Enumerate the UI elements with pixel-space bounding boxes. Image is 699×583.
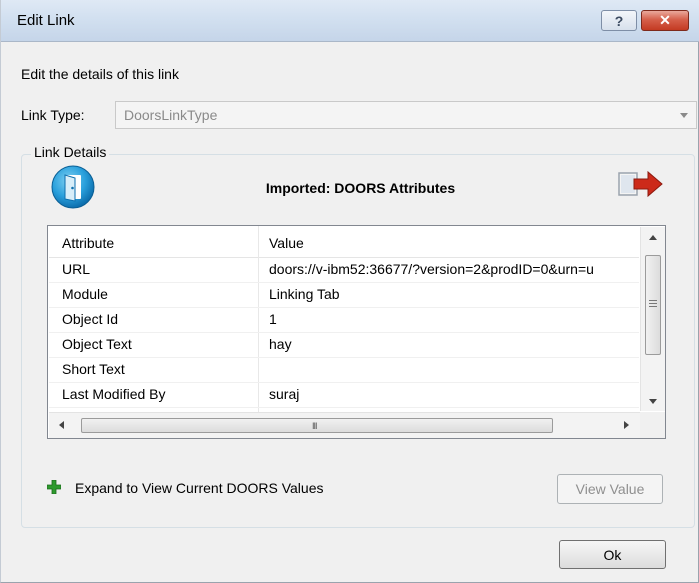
horizontal-scrollbar[interactable]: III xyxy=(49,412,640,438)
horizontal-scroll-thumb[interactable]: III xyxy=(81,418,553,433)
dialog-description: Edit the details of this link xyxy=(21,66,179,82)
edit-link-dialog: Edit Link ? ✕ Edit the details of this l… xyxy=(0,0,699,583)
table-row[interactable]: Module Linking Tab xyxy=(49,283,639,308)
table-header: Attribute Value xyxy=(49,227,639,258)
attribute-cell: Module xyxy=(62,286,108,302)
value-cell: Linking Tab xyxy=(269,286,340,302)
attribute-cell: Last Modified By xyxy=(62,386,166,402)
link-type-label: Link Type: xyxy=(21,107,85,123)
scrollbar-corner xyxy=(640,412,665,438)
value-cell: doors://v-ibm52:36677/?version=2&prodID=… xyxy=(269,261,594,277)
vertical-scroll-thumb[interactable] xyxy=(645,255,661,355)
ok-button[interactable]: Ok xyxy=(559,540,666,569)
link-details-legend: Link Details xyxy=(31,144,110,160)
value-cell: 1 xyxy=(269,311,277,327)
link-type-select[interactable]: DoorsLinkType xyxy=(115,101,697,129)
scroll-down-arrow-icon[interactable] xyxy=(649,399,657,404)
scroll-up-arrow-icon[interactable] xyxy=(649,235,657,240)
title-bar: Edit Link ? ✕ xyxy=(1,0,699,42)
attribute-cell: Object Text xyxy=(62,336,132,352)
scroll-right-arrow-icon[interactable] xyxy=(624,421,629,429)
value-cell: hay xyxy=(269,336,292,352)
plus-icon[interactable] xyxy=(47,480,61,494)
table-row[interactable]: Object Id 1 xyxy=(49,308,639,333)
link-details-title: Imported: DOORS Attributes xyxy=(265,180,456,196)
attribute-cell: Object Id xyxy=(62,311,119,327)
expand-current-values-link[interactable]: Expand to View Current DOORS Values xyxy=(75,480,324,496)
view-value-button[interactable]: View Value xyxy=(557,474,663,504)
horizontal-grip: III xyxy=(312,421,317,431)
scroll-left-arrow-icon[interactable] xyxy=(59,421,64,429)
attributes-table: Attribute Value URL doors://v-ibm52:3667… xyxy=(47,225,666,439)
table-row[interactable]: Last Modified By suraj xyxy=(49,383,639,408)
chevron-down-icon xyxy=(680,113,688,118)
table-row[interactable]: URL doors://v-ibm52:36677/?version=2&pro… xyxy=(49,258,639,283)
attribute-cell: URL xyxy=(62,261,91,277)
grip-icon xyxy=(649,300,657,309)
exit-arrow-icon xyxy=(618,170,663,198)
link-type-value: DoorsLinkType xyxy=(124,107,218,123)
vertical-scrollbar[interactable] xyxy=(640,227,665,411)
value-cell: suraj xyxy=(269,386,300,402)
column-header-attribute[interactable]: Attribute xyxy=(62,235,114,251)
table-row[interactable]: Short Text xyxy=(49,358,639,383)
close-button[interactable]: ✕ xyxy=(641,10,689,31)
attribute-cell: Short Text xyxy=(62,361,125,377)
window-title: Edit Link xyxy=(17,12,75,29)
table-row[interactable]: Object Text hay xyxy=(49,333,639,358)
help-button[interactable]: ? xyxy=(601,10,637,31)
column-header-value[interactable]: Value xyxy=(269,235,304,251)
